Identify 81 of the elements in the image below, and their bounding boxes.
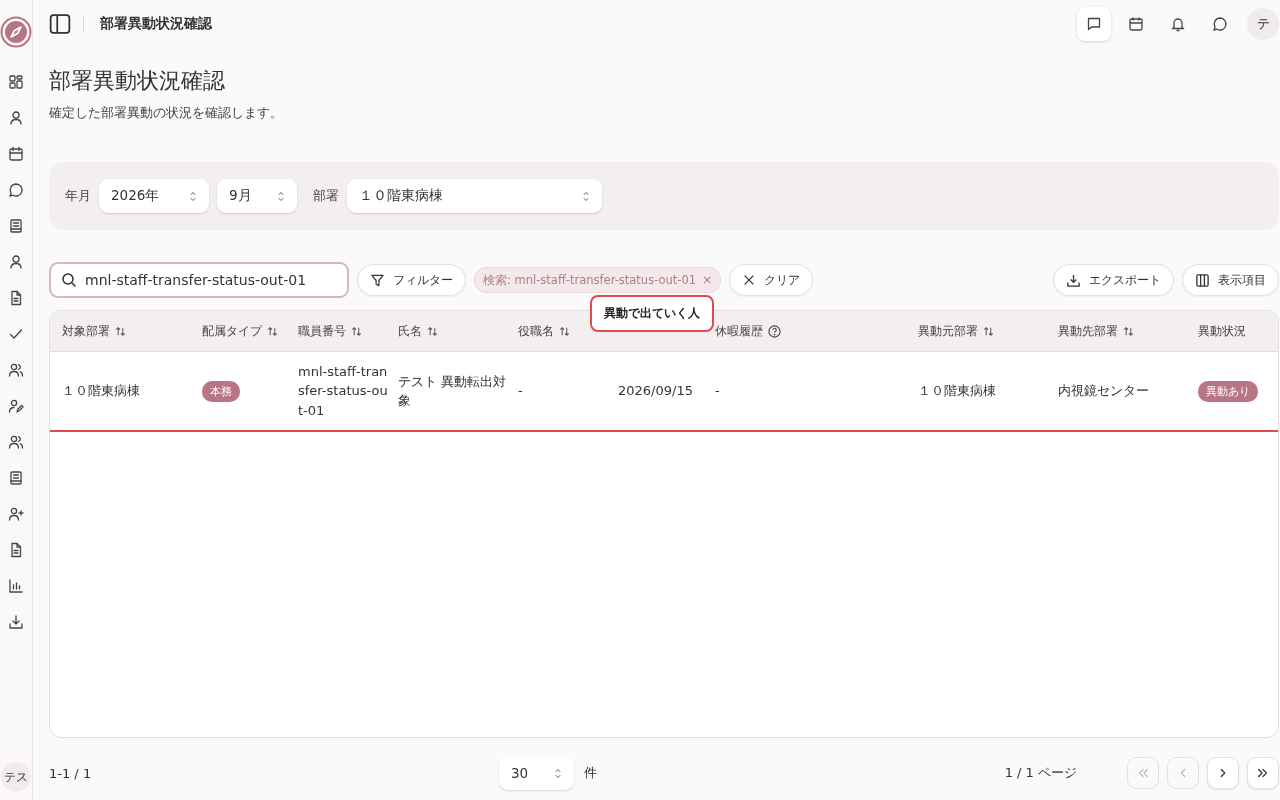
- logo-icon[interactable]: [0, 16, 32, 48]
- filter-button[interactable]: フィルター: [357, 264, 466, 296]
- user-add-icon[interactable]: [8, 506, 24, 522]
- sort-icon: [267, 325, 278, 337]
- user-avatar[interactable]: テ: [1247, 8, 1279, 40]
- column-header[interactable]: 役職名: [518, 322, 570, 340]
- columns-icon: [1195, 272, 1210, 288]
- filter-icon: [370, 272, 385, 288]
- export-button[interactable]: エクスポート: [1053, 264, 1174, 296]
- header-title: 部署異動状況確認: [100, 15, 212, 33]
- sort-icon: [427, 325, 438, 337]
- calendar-icon[interactable]: [8, 146, 24, 162]
- message-button[interactable]: [1077, 7, 1111, 41]
- double-chevron-icon: [1256, 766, 1270, 780]
- double-chevron-icon: [1136, 766, 1150, 780]
- chevron-updown-icon: [582, 190, 590, 202]
- dashboard-icon[interactable]: [8, 74, 24, 90]
- bell-icon: [1170, 16, 1186, 32]
- chip-label: 検索: mnl-staff-transfer-status-out-01: [483, 272, 697, 288]
- user-edit-icon[interactable]: [8, 398, 24, 414]
- clear-button[interactable]: クリア: [729, 264, 814, 296]
- help-icon[interactable]: [768, 324, 781, 338]
- filter-label: 年月: [65, 187, 91, 205]
- page-description: 確定した部署異動の状況を確認します。: [49, 104, 284, 122]
- user-icon[interactable]: [8, 254, 24, 270]
- search-icon: [61, 272, 77, 288]
- table-cell-text: mnl-staff-transfer-status-out-01: [298, 362, 388, 420]
- table-cell-text: テスト 異動転出対象: [398, 372, 508, 410]
- table-cell-text: １０階東病棟: [62, 382, 140, 401]
- sort-icon: [351, 325, 362, 337]
- page-size-select[interactable]: 30: [498, 756, 574, 790]
- table-cell-text: 内視鏡センター: [1058, 382, 1149, 401]
- year-select[interactable]: 2026年: [99, 179, 209, 213]
- column-header[interactable]: 対象部署: [62, 322, 126, 340]
- column-header[interactable]: 異動元部署: [918, 322, 994, 340]
- result-count: 1-1 / 1: [49, 765, 92, 781]
- month-select[interactable]: 9月: [217, 179, 297, 213]
- sort-icon: [115, 325, 126, 337]
- chevron-updown-icon: [189, 190, 197, 202]
- sort-icon: [559, 325, 570, 337]
- message-icon: [1086, 16, 1102, 32]
- chart-icon[interactable]: [8, 578, 24, 594]
- chevron-updown-icon: [553, 767, 562, 779]
- chat-icon[interactable]: [8, 182, 24, 198]
- sort-icon: [983, 325, 994, 337]
- calendar-icon: [1128, 16, 1144, 32]
- users-icon[interactable]: [8, 434, 24, 450]
- download-icon: [1066, 272, 1081, 288]
- page-info: 1 / 1 ページ: [1004, 764, 1077, 782]
- column-header[interactable]: 休暇履歴: [715, 322, 763, 340]
- page-title: 部署異動状況確認: [49, 67, 226, 95]
- users-icon[interactable]: [8, 362, 24, 378]
- file-icon[interactable]: [8, 290, 24, 306]
- document-icon[interactable]: [8, 218, 24, 234]
- table-cell-text: -: [518, 382, 523, 401]
- column-header[interactable]: 配属タイプ: [202, 322, 278, 340]
- column-header[interactable]: 異動先部署: [1058, 322, 1134, 340]
- chat-icon: [1212, 16, 1228, 32]
- columns-button[interactable]: 表示項目: [1182, 264, 1279, 296]
- status-badge: 本務: [202, 380, 240, 402]
- document-icon[interactable]: [8, 470, 24, 486]
- tooltip: 異動で出ていく人: [590, 295, 714, 332]
- filter-label: 部署: [313, 187, 339, 205]
- user-avatar[interactable]: テス: [1, 762, 31, 792]
- sort-icon: [1123, 325, 1134, 337]
- table-cell-text: １０階東病棟: [918, 382, 996, 401]
- chevron-updown-icon: [277, 190, 285, 202]
- status-badge: 異動あり: [1198, 380, 1258, 402]
- file-icon[interactable]: [8, 542, 24, 558]
- user-icon[interactable]: [8, 110, 24, 126]
- department-select[interactable]: １０階東病棟: [347, 179, 602, 213]
- search-field[interactable]: mnl-staff-transfer-status-out-01: [49, 262, 349, 298]
- sidebar-toggle-icon[interactable]: [49, 13, 71, 35]
- column-header[interactable]: 職員番号: [298, 322, 362, 340]
- last-page-button[interactable]: [1247, 757, 1279, 789]
- table-cell-text: -: [715, 382, 720, 401]
- page-size-unit: 件: [583, 764, 597, 782]
- column-header[interactable]: 氏名: [398, 322, 438, 340]
- table-cell-text: 2026/09/15: [618, 382, 693, 401]
- download-icon[interactable]: [8, 614, 24, 630]
- column-header[interactable]: 異動状況: [1198, 322, 1246, 340]
